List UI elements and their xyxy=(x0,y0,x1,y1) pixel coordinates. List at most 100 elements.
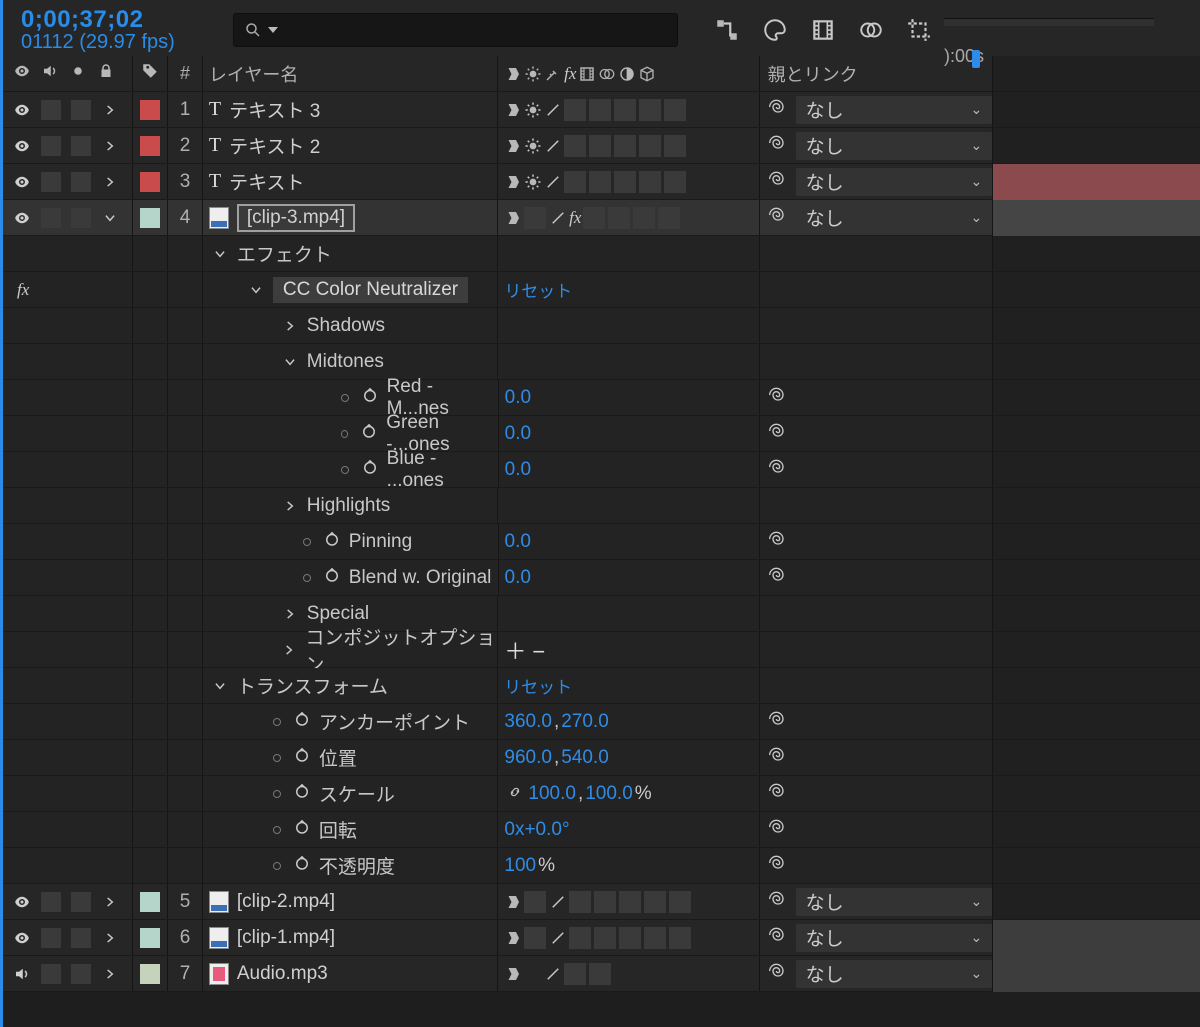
twirl-open-icon[interactable] xyxy=(211,677,229,695)
layer-row-5[interactable]: 5 [clip-2.mp4] なし⌄ xyxy=(3,884,1200,920)
shy-switch[interactable] xyxy=(504,965,522,983)
switch-cell[interactable] xyxy=(589,171,611,193)
film-icon[interactable] xyxy=(810,17,836,43)
stopwatch-icon[interactable] xyxy=(293,854,311,878)
pickwhip-icon[interactable] xyxy=(768,925,788,951)
layer-row-7[interactable]: 7 Audio.mp3 なし⌄ xyxy=(3,956,1200,992)
keyframe-nav-icon[interactable] xyxy=(273,790,281,798)
keyframe-nav-icon[interactable] xyxy=(303,538,311,546)
switch-cell[interactable] xyxy=(619,891,641,913)
keyframe-nav-icon[interactable] xyxy=(273,754,281,762)
label-column-icon[interactable] xyxy=(141,62,159,85)
twirl-open-icon[interactable] xyxy=(101,209,119,227)
switch-cell[interactable] xyxy=(614,99,636,121)
switch-cell[interactable] xyxy=(664,135,686,157)
visibility-toggle[interactable] xyxy=(13,137,31,155)
pickwhip-icon[interactable] xyxy=(768,457,788,483)
transform-prop-row[interactable]: スケール 100.0,100.0% xyxy=(3,776,1200,812)
comp-flowchart-icon[interactable] xyxy=(714,17,740,43)
index-column-header[interactable]: # xyxy=(168,63,202,84)
layer-row-6[interactable]: 6 [clip-1.mp4] なし⌄ xyxy=(3,920,1200,956)
shy-switch[interactable] xyxy=(504,209,522,227)
stopwatch-icon[interactable] xyxy=(293,746,311,770)
quality-switch[interactable] xyxy=(549,929,567,947)
keyframe-nav-icon[interactable] xyxy=(273,862,281,870)
transform-group-row[interactable]: トランスフォーム リセット xyxy=(3,668,1200,704)
twirl-closed-icon[interactable] xyxy=(281,317,299,335)
palette-icon[interactable] xyxy=(762,17,788,43)
audio-column-icon[interactable] xyxy=(41,62,59,85)
blend-icon[interactable] xyxy=(858,17,884,43)
solo-toggle[interactable] xyxy=(71,964,91,984)
switch-cell[interactable] xyxy=(594,927,616,949)
twirl-closed-icon[interactable] xyxy=(101,965,119,983)
visibility-toggle[interactable] xyxy=(13,173,31,191)
layer-name[interactable]: [clip-1.mp4] xyxy=(237,927,335,949)
switches-column-header[interactable]: fx xyxy=(498,64,758,84)
switch-cell[interactable] xyxy=(564,171,586,193)
solo-toggle[interactable] xyxy=(71,928,91,948)
audio-toggle[interactable] xyxy=(41,100,61,120)
switch-cell[interactable] xyxy=(664,171,686,193)
stopwatch-icon[interactable] xyxy=(293,782,311,806)
switch-cell[interactable] xyxy=(639,99,661,121)
prop-value[interactable]: 100 xyxy=(504,855,536,877)
switch-cell[interactable] xyxy=(589,963,611,985)
audio-toggle[interactable] xyxy=(41,892,61,912)
collapse-switch[interactable] xyxy=(524,173,542,191)
switch-cell[interactable] xyxy=(569,891,591,913)
visibility-toggle[interactable] xyxy=(13,929,31,947)
stopwatch-icon[interactable] xyxy=(323,566,341,590)
label-color[interactable] xyxy=(140,100,160,120)
visibility-toggle[interactable] xyxy=(13,101,31,119)
layer-row-3[interactable]: 3 Tテキスト なし⌄ xyxy=(3,164,1200,200)
switch-cell[interactable] xyxy=(639,135,661,157)
solo-column-icon[interactable] xyxy=(69,62,87,85)
solo-toggle[interactable] xyxy=(71,208,91,228)
audio-toggle[interactable] xyxy=(41,964,61,984)
video-column-icon[interactable] xyxy=(13,62,31,85)
pickwhip-icon[interactable] xyxy=(768,853,788,879)
switch-cell[interactable] xyxy=(614,171,636,193)
current-timecode[interactable]: 0;00;37;02 xyxy=(21,7,221,32)
twirl-open-icon[interactable] xyxy=(211,245,229,263)
switch-cell[interactable] xyxy=(589,135,611,157)
layername-column-header[interactable]: レイヤー名 xyxy=(203,61,497,87)
special-section-row[interactable]: Special xyxy=(3,596,1200,632)
audio-toggle[interactable] xyxy=(41,172,61,192)
prop-value[interactable]: 360.0 xyxy=(504,711,552,733)
visibility-toggle[interactable] xyxy=(13,893,31,911)
twirl-closed-icon[interactable] xyxy=(101,173,119,191)
solo-toggle[interactable] xyxy=(71,892,91,912)
parent-dropdown[interactable]: なし⌄ xyxy=(796,132,993,160)
label-color[interactable] xyxy=(140,136,160,156)
layer-row-4[interactable]: 4 [clip-3.mp4] fx なし ⌄ xyxy=(3,200,1200,236)
twirl-closed-icon[interactable] xyxy=(281,605,299,623)
add-remove-buttons[interactable]: ＋− xyxy=(504,634,551,666)
quality-switch[interactable] xyxy=(549,893,567,911)
fx-switch[interactable]: fx xyxy=(569,208,581,228)
transform-prop-row[interactable]: 不透明度 100% xyxy=(3,848,1200,884)
visibility-toggle[interactable] xyxy=(13,209,31,227)
prop-value[interactable]: 270.0 xyxy=(561,711,609,733)
switch-cell[interactable] xyxy=(564,963,586,985)
keyframe-nav-icon[interactable] xyxy=(273,718,281,726)
prop-value[interactable]: 0.0 xyxy=(505,567,531,589)
stopwatch-icon[interactable] xyxy=(361,458,379,482)
prop-value[interactable]: 0x+0.0° xyxy=(504,819,569,841)
transform-prop-row[interactable]: 回転 0x+0.0° xyxy=(3,812,1200,848)
constrain-link-icon[interactable] xyxy=(504,783,526,805)
parent-dropdown[interactable]: なし⌄ xyxy=(796,924,993,952)
pickwhip-icon[interactable] xyxy=(768,421,788,447)
pickwhip-icon[interactable] xyxy=(768,889,788,915)
shy-switch[interactable] xyxy=(504,137,522,155)
keyframe-nav-icon[interactable] xyxy=(273,826,281,834)
parent-dropdown[interactable]: なし⌄ xyxy=(796,168,993,196)
property-row[interactable]: Green -...ones 0.0 xyxy=(3,416,1200,452)
switch-cell[interactable] xyxy=(524,891,546,913)
pickwhip-icon[interactable] xyxy=(768,529,788,555)
label-color[interactable] xyxy=(140,928,160,948)
pickwhip-icon[interactable] xyxy=(768,205,788,231)
pickwhip-icon[interactable] xyxy=(768,97,788,123)
stopwatch-icon[interactable] xyxy=(360,422,378,446)
